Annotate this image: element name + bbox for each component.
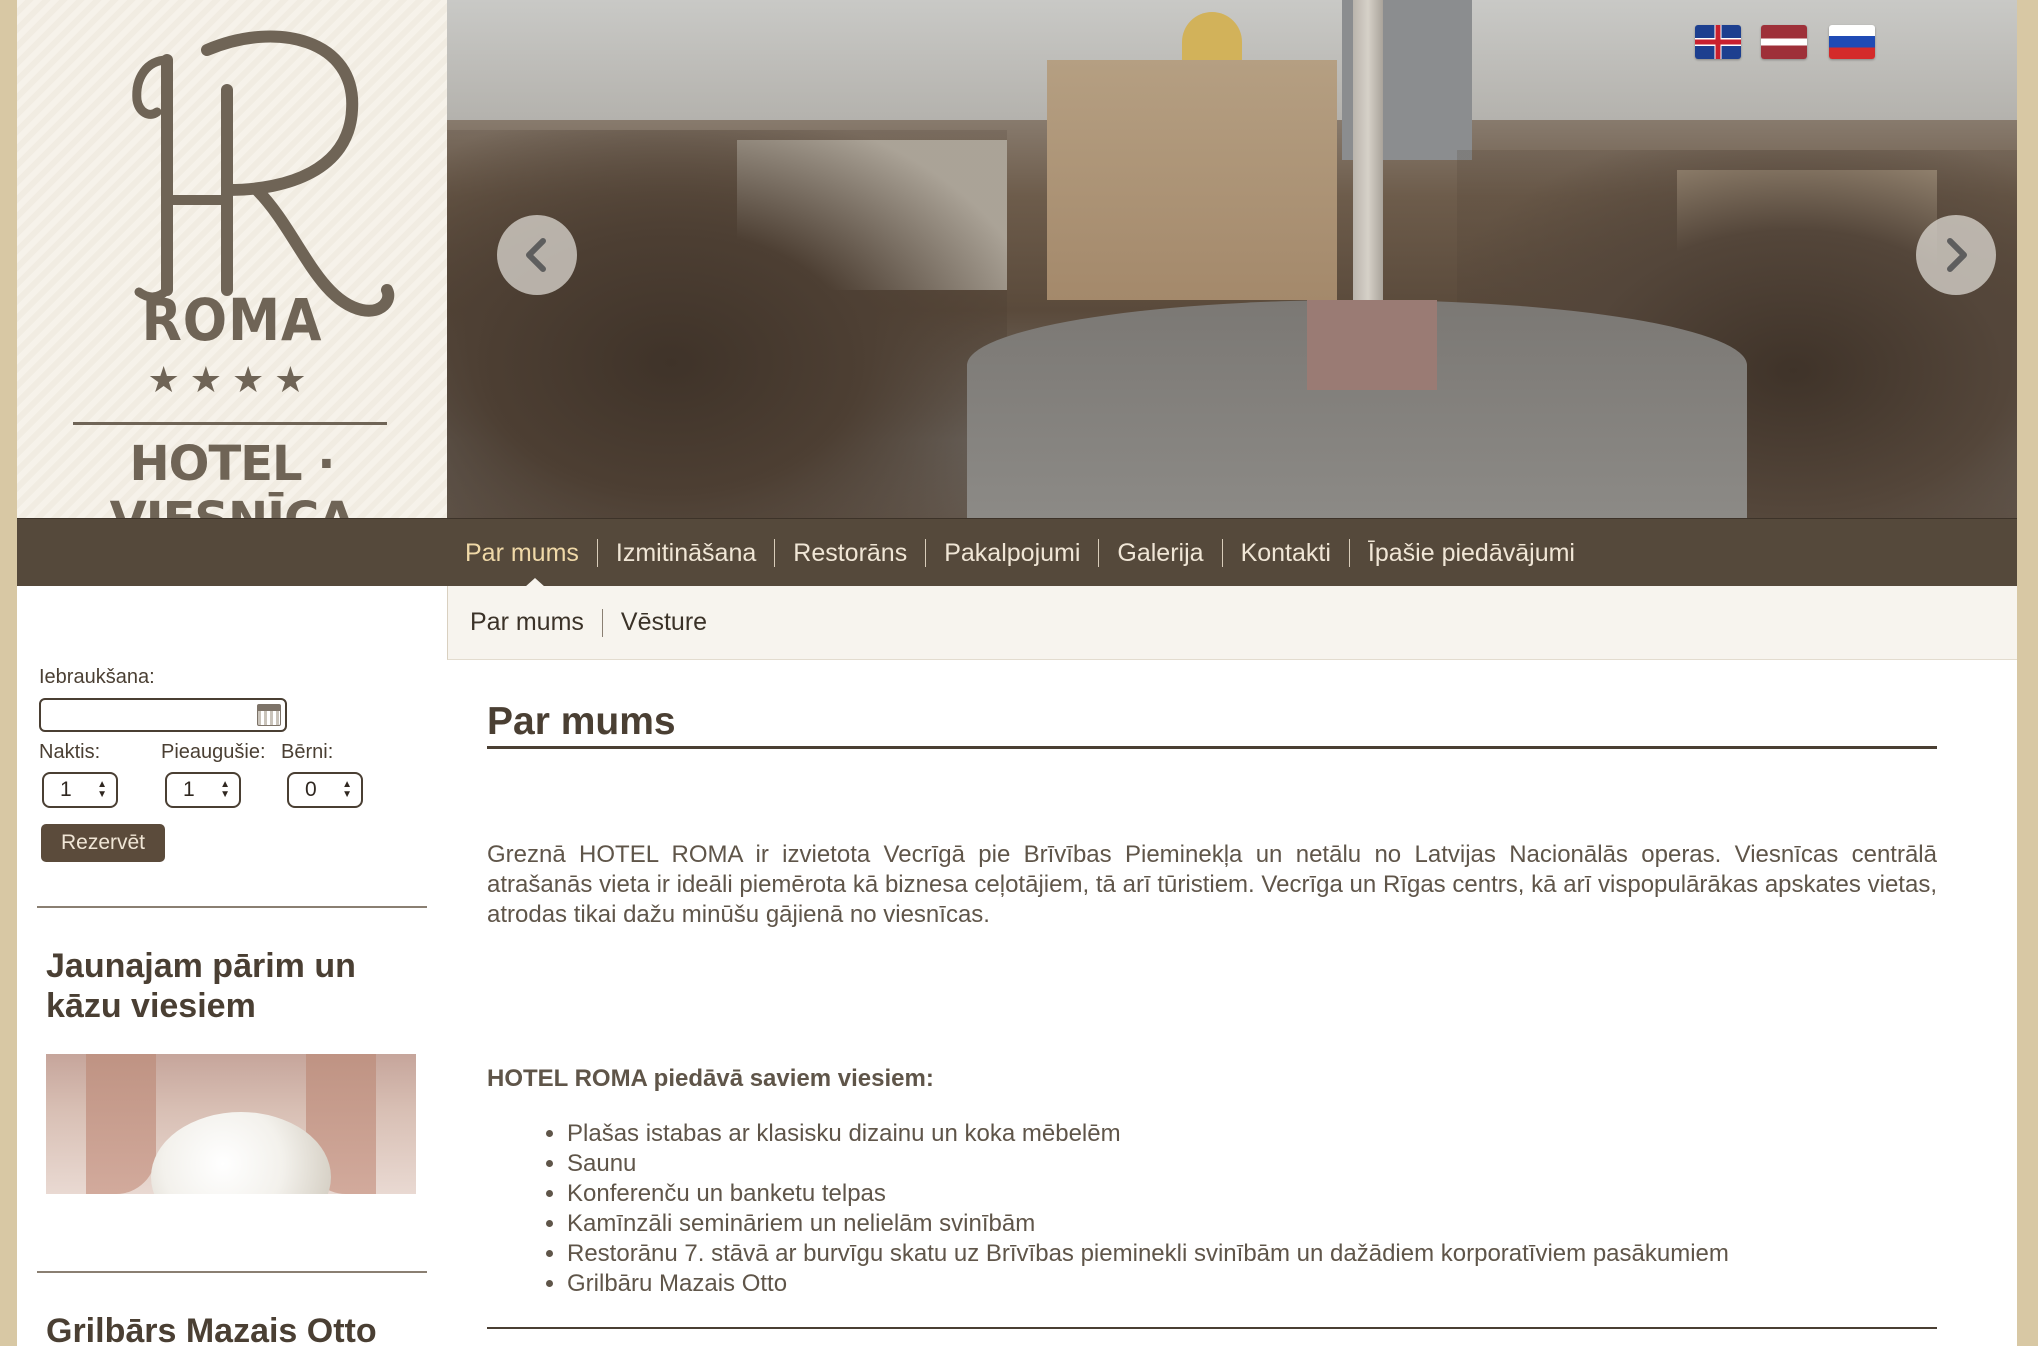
- nav-item-kontakti[interactable]: Kontakti: [1204, 539, 1331, 568]
- page-title: Par mums: [487, 700, 676, 743]
- adults-label: Pieaugušie:: [161, 741, 266, 763]
- nav-item-izmitinasana[interactable]: Izmitināšana: [579, 539, 756, 568]
- chevron-left-icon: [526, 238, 546, 272]
- latvia-flag-icon[interactable]: [1761, 25, 1807, 59]
- offer-heading: HOTEL ROMA piedāvā saviem viesiem:: [487, 1065, 934, 1092]
- logo-name: ROMA: [141, 286, 323, 354]
- sidebar: Iebraukšana: Naktis: Pieaugušie: Bērni: …: [17, 586, 447, 1346]
- list-item: Konferenču un banketu telpas: [567, 1179, 1729, 1209]
- checkin-date-input[interactable]: [39, 698, 287, 732]
- stepper-arrows-icon: ▲ ▼: [97, 779, 107, 800]
- main-nav: Par mums Izmitināšana Restorāns Pakalpoj…: [17, 518, 2017, 586]
- offer-list: Plašas istabas ar klasisku dizainu un ko…: [567, 1119, 1729, 1299]
- checkin-label: Iebraukšana:: [39, 666, 155, 688]
- nav-item-galerija[interactable]: Galerija: [1080, 538, 1204, 568]
- sub-nav: Par mums Vēsture: [447, 586, 2017, 660]
- russia-flag-icon[interactable]: [1829, 25, 1875, 59]
- page: ROMA ★★★★ HOTEL · VIESNĪCA: [17, 0, 2017, 1346]
- list-item: Saunu: [567, 1149, 1729, 1179]
- chevron-right-icon: [1947, 238, 1967, 272]
- nav-label: Izmitināšana: [615, 538, 757, 567]
- nav-separator: [774, 539, 776, 567]
- children-value: 0: [305, 778, 317, 801]
- hero-slideshow: [447, 0, 2017, 518]
- adults-stepper[interactable]: 1 ▲ ▼: [165, 772, 241, 808]
- hero-monument: [1353, 0, 1383, 330]
- logo-stars: ★★★★: [147, 360, 317, 401]
- hero-palace: [1047, 60, 1337, 300]
- promo-wedding-title[interactable]: Jaunajam pārim un kāzu viesiem: [46, 946, 426, 1026]
- main-content: Par mums Greznā HOTEL ROMA ir izvietota …: [447, 660, 2017, 1346]
- nights-stepper[interactable]: 1 ▲ ▼: [42, 772, 118, 808]
- reserve-button[interactable]: Rezervēt: [41, 824, 165, 862]
- subnav-item-par-mums[interactable]: Par mums: [470, 608, 584, 637]
- nights-label: Naktis:: [39, 741, 101, 763]
- content-divider: [487, 1327, 1937, 1329]
- children-stepper[interactable]: 0 ▲ ▼: [287, 772, 363, 808]
- nav-separator: [1098, 539, 1100, 567]
- nav-item-restorans[interactable]: Restorāns: [756, 539, 907, 568]
- adults-value: 1: [183, 778, 195, 801]
- nav-label: Īpašie piedāvājumi: [1367, 538, 1575, 567]
- nav-item-par-mums[interactable]: Par mums: [465, 539, 579, 568]
- hotel-logo[interactable]: ROMA ★★★★ HOTEL · VIESNĪCA: [17, 0, 447, 548]
- hero-monument-base: [1307, 300, 1437, 390]
- list-item: Kamīnzāli semināriem un nelielām svinībā…: [567, 1209, 1729, 1239]
- promo-image-arm-left: [86, 1054, 156, 1194]
- promo-grill-title[interactable]: Grilbārs Mazais Otto: [46, 1311, 426, 1346]
- list-item: Plašas istabas ar klasisku dizainu un ko…: [567, 1119, 1729, 1149]
- promo-image-bouquet: [151, 1112, 331, 1194]
- nav-label: Pakalpojumi: [944, 538, 1081, 567]
- nav-label: Par mums: [465, 538, 579, 567]
- list-item: Grilbāru Mazais Otto: [567, 1269, 1729, 1299]
- nights-value: 1: [60, 778, 72, 801]
- nav-item-pakalpojumi[interactable]: Pakalpojumi: [907, 539, 1080, 568]
- sidebar-divider: [37, 906, 427, 908]
- slider-prev-button[interactable]: [497, 215, 577, 295]
- hero-trees-left: [447, 130, 1007, 518]
- uk-flag-icon[interactable]: [1695, 25, 1741, 59]
- nav-separator: [1348, 539, 1350, 567]
- subnav-separator: [601, 608, 603, 637]
- promo-wedding-image[interactable]: [46, 1054, 416, 1194]
- logo-rule: [73, 422, 387, 425]
- nav-separator: [1221, 539, 1223, 567]
- intro-paragraph: Greznā HOTEL ROMA ir izvietota Vecrīgā p…: [487, 841, 1937, 928]
- stepper-arrows-icon: ▲ ▼: [342, 779, 352, 800]
- slider-next-button[interactable]: [1916, 215, 1996, 295]
- nav-label: Restorāns: [793, 538, 908, 567]
- children-label: Bērni:: [281, 741, 334, 763]
- stepper-arrows-icon: ▲ ▼: [220, 779, 230, 800]
- nav-label: Galerija: [1117, 538, 1204, 567]
- list-item: Restorānu 7. stāvā ar burvīgu skatu uz B…: [567, 1239, 1729, 1269]
- nav-label: Kontakti: [1240, 538, 1331, 567]
- calendar-icon[interactable]: [257, 704, 281, 726]
- nav-separator: [596, 539, 598, 567]
- sidebar-divider: [37, 1271, 427, 1273]
- nav-item-ipasie-piedavajumi[interactable]: Īpašie piedāvājumi: [1331, 539, 1575, 568]
- subnav-item-vesture[interactable]: Vēsture: [621, 608, 707, 637]
- title-underline: [487, 746, 1937, 749]
- nav-separator: [925, 539, 927, 567]
